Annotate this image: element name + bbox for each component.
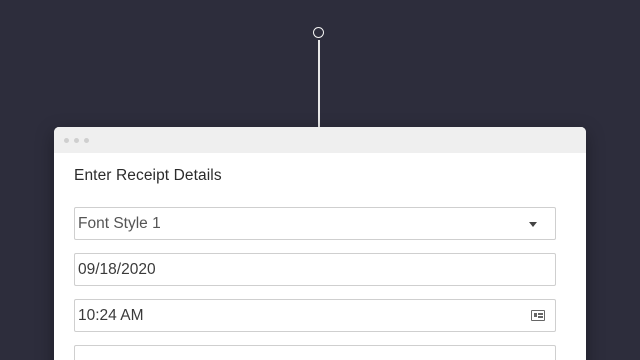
- date-input[interactable]: 09/18/2020: [74, 253, 556, 286]
- form-title: Enter Receipt Details: [74, 167, 222, 184]
- time-value: 10:24 AM: [78, 306, 144, 324]
- time-input[interactable]: 10:24 AM: [74, 299, 556, 332]
- chevron-down-icon[interactable]: [529, 222, 537, 227]
- form-container: Enter Receipt Details Font Style 1 09/18…: [54, 167, 586, 360]
- window-titlebar: [54, 127, 586, 153]
- font-style-value: Font Style 1: [78, 214, 161, 232]
- font-style-select[interactable]: Font Style 1: [74, 207, 556, 240]
- window-dot-icon: [84, 137, 89, 143]
- window-dot-icon: [74, 137, 79, 143]
- id-card-icon[interactable]: [531, 310, 545, 321]
- connector-line: [318, 40, 320, 128]
- date-value: 09/18/2020: [78, 260, 156, 278]
- app-window: Enter Receipt Details Font Style 1 09/18…: [54, 127, 586, 360]
- connector-node-icon: [313, 27, 324, 38]
- next-field-input[interactable]: [74, 345, 556, 360]
- window-dot-icon: [64, 137, 69, 143]
- stage: Enter Receipt Details Font Style 1 09/18…: [0, 0, 640, 360]
